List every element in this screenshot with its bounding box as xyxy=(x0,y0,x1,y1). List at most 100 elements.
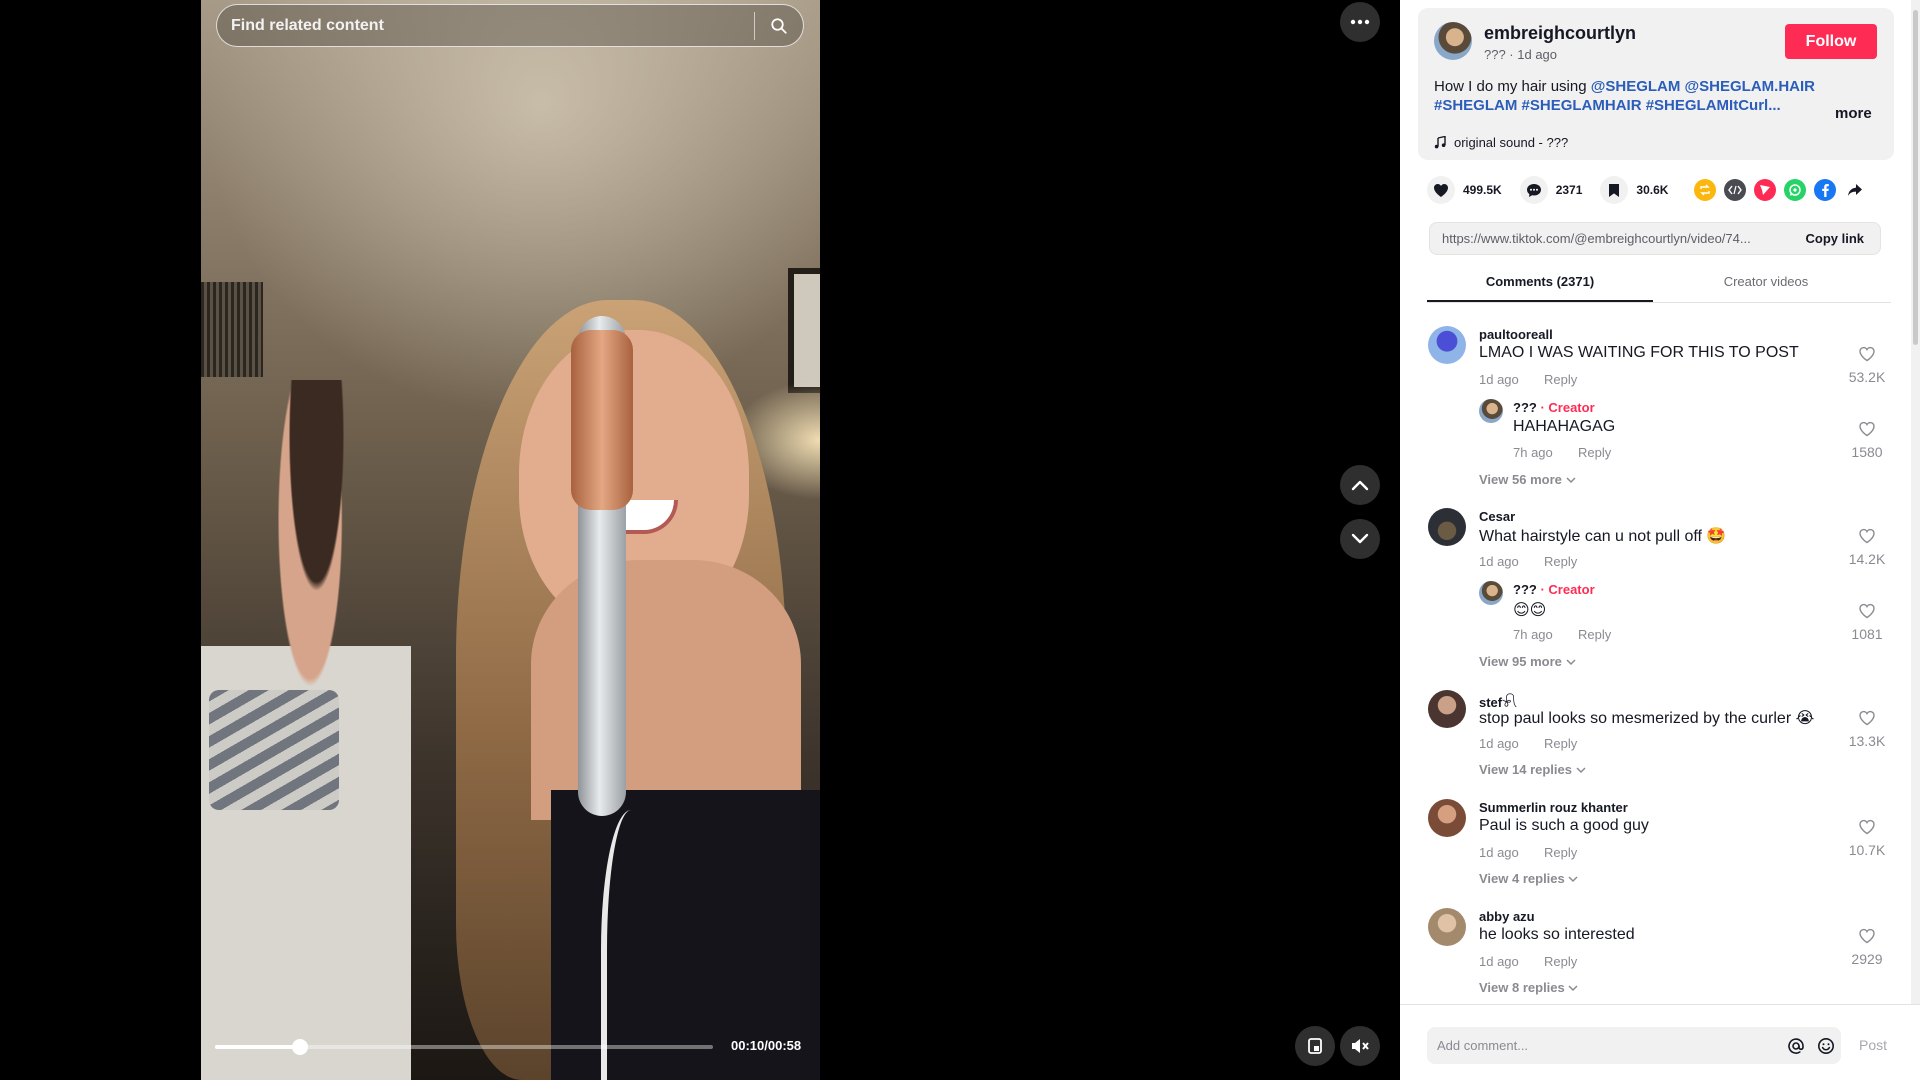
next-video-button[interactable] xyxy=(1340,519,1380,559)
send-to-friends-button[interactable] xyxy=(1754,179,1777,201)
view-more-replies[interactable]: View 95 more xyxy=(1479,654,1576,669)
commenter-name[interactable]: Cesar xyxy=(1479,509,1515,524)
post-comment-button[interactable]: Post xyxy=(1859,1037,1887,1053)
emoji-button[interactable] xyxy=(1811,1031,1841,1061)
commenter-name[interactable]: abby azu xyxy=(1479,909,1535,924)
progress-bar[interactable] xyxy=(215,1039,713,1055)
repost-button[interactable] xyxy=(1694,179,1717,201)
tab-creator-videos[interactable]: Creator videos xyxy=(1653,266,1879,302)
comment-like-count: 2929 xyxy=(1851,951,1883,967)
description-more-button[interactable]: more xyxy=(1835,105,1872,122)
reply-button[interactable]: Reply xyxy=(1544,845,1577,860)
comment-item: abby azu he looks so interested 1d ago R… xyxy=(1400,892,1911,1004)
tag-link[interactable]: #SHEGLAMItCurl... xyxy=(1646,97,1781,114)
chevron-up-icon xyxy=(1351,480,1369,491)
comment-like-button[interactable]: 13.3K xyxy=(1847,710,1887,749)
comment-input[interactable] xyxy=(1427,1038,1781,1053)
previous-video-button[interactable] xyxy=(1340,465,1380,505)
view-more-replies[interactable]: View 56 more xyxy=(1479,472,1576,487)
commenter-avatar[interactable] xyxy=(1428,508,1466,546)
tag-link[interactable]: #SHEGLAMHAIR xyxy=(1522,97,1642,114)
comment-input-box xyxy=(1427,1027,1841,1064)
copy-link-button[interactable]: Copy link xyxy=(1795,231,1880,246)
view-more-replies[interactable]: View 4 replies xyxy=(1479,871,1578,886)
mute-button[interactable] xyxy=(1340,1026,1380,1066)
commenter-avatar[interactable] xyxy=(1428,326,1466,364)
comment-date: 1d ago xyxy=(1479,736,1519,751)
progress-handle[interactable] xyxy=(291,1039,308,1055)
sound-link[interactable]: original sound - ??? xyxy=(1434,135,1568,150)
search-input[interactable] xyxy=(217,16,754,35)
comment-like-button[interactable]: 10.7K xyxy=(1847,819,1887,858)
reply-author[interactable]: ??? · Creator xyxy=(1513,400,1595,415)
tag-link[interactable]: @SHEGLAM xyxy=(1591,78,1681,95)
view-more-replies[interactable]: View 14 replies xyxy=(1479,762,1586,777)
comment-like-count: 10.7K xyxy=(1848,842,1886,858)
comment-list: paultooreall LMAO I WAS WAITING FOR THIS… xyxy=(1400,310,1911,1004)
mention-button[interactable] xyxy=(1781,1031,1811,1061)
tag-link[interactable]: @SHEGLAM.HAIR xyxy=(1685,78,1815,95)
reply-button[interactable]: Reply xyxy=(1544,736,1577,751)
author-avatar[interactable] xyxy=(1434,22,1472,60)
reply-like-button[interactable]: 1081 xyxy=(1847,603,1887,642)
picture-in-picture-button[interactable] xyxy=(1295,1026,1335,1066)
author-name[interactable]: embreighcourtlyn xyxy=(1484,23,1636,44)
reply-author-name: ??? xyxy=(1513,400,1537,415)
commenter-avatar[interactable] xyxy=(1428,690,1466,728)
heart-outline-icon xyxy=(1859,528,1875,544)
video-frame[interactable] xyxy=(201,0,820,1080)
commenter-avatar[interactable] xyxy=(1428,799,1466,837)
reply-button[interactable]: Reply xyxy=(1544,954,1577,969)
video-link-url[interactable]: https://www.tiktok.com/@embreighcourtlyn… xyxy=(1430,231,1795,246)
pip-icon xyxy=(1308,1038,1322,1054)
video-scene-vent xyxy=(201,282,263,377)
comment-like-button[interactable]: 2929 xyxy=(1847,928,1887,967)
comment-like-button[interactable]: 53.2K xyxy=(1847,346,1887,385)
panel-scrollbar[interactable] xyxy=(1911,0,1920,1004)
reply-reply-button[interactable]: Reply xyxy=(1578,445,1611,460)
tag-link[interactable]: #SHEGLAM xyxy=(1434,97,1517,114)
reply-date: 7h ago xyxy=(1513,627,1553,642)
reply-button[interactable]: Reply xyxy=(1544,372,1577,387)
reply-reply-button[interactable]: Reply xyxy=(1578,627,1611,642)
reply-avatar[interactable] xyxy=(1479,399,1503,423)
comment-like-button[interactable]: 14.2K xyxy=(1847,528,1887,567)
embed-button[interactable] xyxy=(1724,179,1747,201)
search-button[interactable] xyxy=(755,4,803,47)
like-button[interactable]: 499.5K xyxy=(1427,176,1520,204)
comment-text: LMAO I WAS WAITING FOR THIS TO POST xyxy=(1479,344,1799,361)
save-button[interactable]: 30.6K xyxy=(1600,176,1686,204)
heart-outline-icon xyxy=(1859,346,1875,362)
reply-like-button[interactable]: 1580 xyxy=(1847,421,1887,460)
creator-badge: · Creator xyxy=(1540,400,1595,415)
comment-text: What hairstyle can u not pull off 🤩 xyxy=(1479,528,1727,545)
heart-icon xyxy=(1434,183,1448,197)
comment-button[interactable]: 2371 xyxy=(1519,176,1601,204)
heart-outline-icon xyxy=(1859,603,1875,619)
video-scene-frame xyxy=(788,268,820,393)
heart-outline-icon xyxy=(1859,928,1875,944)
facebook-share-button[interactable] xyxy=(1814,179,1837,201)
commenter-name[interactable]: paultooreall xyxy=(1479,327,1553,342)
bookmark-icon xyxy=(1609,183,1620,197)
commenter-avatar[interactable] xyxy=(1428,908,1466,946)
reply-button[interactable]: Reply xyxy=(1544,554,1577,569)
tab-comments[interactable]: Comments (2371) xyxy=(1427,266,1653,302)
panel-tabs: Comments (2371) Creator videos xyxy=(1427,266,1891,303)
comment-like-count: 53.2K xyxy=(1848,369,1886,385)
chevron-down-icon xyxy=(1565,477,1576,484)
comment-item: Summerlin rouz khanter Paul is such a go… xyxy=(1400,783,1911,892)
view-more-replies[interactable]: View 8 replies xyxy=(1479,980,1578,995)
comment-bubble-icon xyxy=(1526,183,1541,197)
reply-avatar[interactable] xyxy=(1479,581,1503,605)
search-icon xyxy=(771,17,787,34)
reply-author[interactable]: ??? · Creator xyxy=(1513,582,1595,597)
reply-text: 😊😊 xyxy=(1513,602,1547,619)
more-share-button[interactable] xyxy=(1844,179,1866,201)
reply-like-count: 1580 xyxy=(1851,444,1883,460)
more-options-button[interactable] xyxy=(1340,2,1380,42)
whatsapp-share-button[interactable] xyxy=(1784,179,1807,201)
scrollbar-thumb[interactable] xyxy=(1913,10,1918,345)
commenter-name[interactable]: Summerlin rouz khanter xyxy=(1479,800,1628,815)
follow-button[interactable]: Follow xyxy=(1785,24,1877,59)
